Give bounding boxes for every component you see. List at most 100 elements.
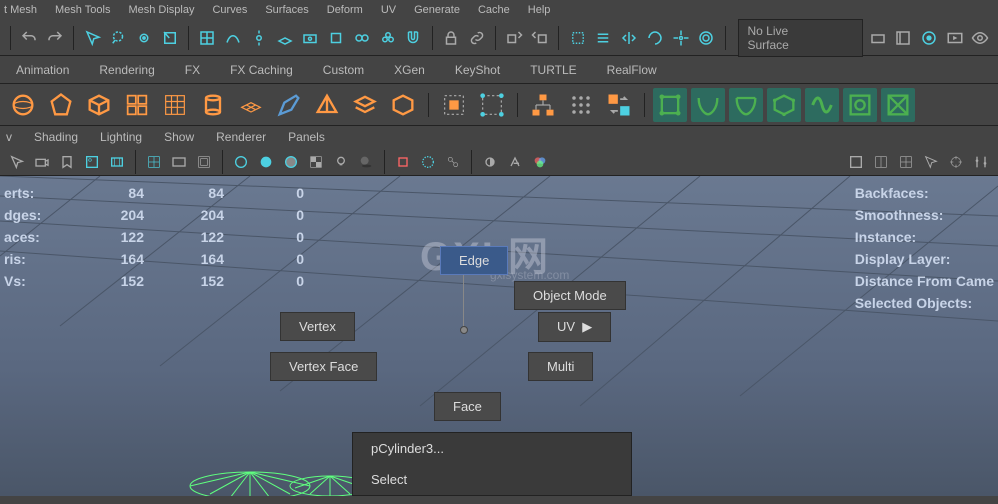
shelf-mash2-icon[interactable] (691, 88, 725, 122)
vt-gamma-icon[interactable] (504, 151, 526, 173)
vt-lights-icon[interactable] (330, 151, 352, 173)
shelf-hierarchy-icon[interactable] (526, 88, 560, 122)
vt-textured-icon[interactable] (305, 151, 327, 173)
menu-mesh-display[interactable]: Mesh Display (128, 4, 194, 16)
vt-resolution-icon[interactable] (193, 151, 215, 173)
ctx-object-name[interactable]: pCylinder3... (353, 433, 631, 464)
vt-panel2-icon[interactable] (870, 151, 892, 173)
shelf-cylinder-icon[interactable] (196, 88, 230, 122)
menu-cache[interactable]: Cache (478, 4, 510, 16)
history-out-icon[interactable] (529, 25, 552, 51)
viewport-3d[interactable]: GXI 网 gxlsystem.com erts:84840 dges:2042… (0, 176, 998, 496)
viewmenu-show[interactable]: Show (164, 130, 194, 144)
tab-keyshot[interactable]: KeyShot (441, 57, 514, 83)
live-surface-icon[interactable] (866, 25, 889, 51)
history-in-icon[interactable] (503, 25, 526, 51)
construction-icon[interactable] (566, 25, 589, 51)
shelf-layers-icon[interactable] (348, 88, 382, 122)
snap-view-icon[interactable] (325, 25, 348, 51)
lock-icon[interactable] (440, 25, 463, 51)
tab-xgen[interactable]: XGen (380, 57, 439, 83)
xray-icon[interactable] (918, 25, 941, 51)
shelf-icosphere-icon[interactable] (44, 88, 78, 122)
menu-generate[interactable]: Generate (414, 4, 460, 16)
shelf-cube-icon[interactable] (82, 88, 116, 122)
shelf-mash6-icon[interactable] (843, 88, 877, 122)
sym-radial-icon[interactable] (669, 25, 692, 51)
menu-deform[interactable]: Deform (327, 4, 363, 16)
menu-mesh[interactable]: t Mesh (4, 4, 37, 16)
menu-surfaces[interactable]: Surfaces (265, 4, 308, 16)
vt-xray-joint-icon[interactable] (442, 151, 464, 173)
tab-rendering[interactable]: Rendering (85, 57, 168, 83)
shelf-bbox-icon[interactable] (437, 88, 471, 122)
vt-film-icon[interactable] (106, 151, 128, 173)
vt-panel4-icon[interactable] (895, 151, 917, 173)
shelf-box-icon[interactable] (386, 88, 420, 122)
menu-mesh-tools[interactable]: Mesh Tools (55, 4, 110, 16)
shelf-sphere-icon[interactable] (6, 88, 40, 122)
radial-multi[interactable]: Multi (528, 352, 593, 381)
lasso-tool-icon[interactable] (107, 25, 130, 51)
shelf-mash4-icon[interactable] (767, 88, 801, 122)
vt-gate-icon[interactable] (168, 151, 190, 173)
shelf-plane-grid-icon[interactable] (234, 88, 268, 122)
vt-shadows-icon[interactable] (355, 151, 377, 173)
viewmenu-renderer[interactable]: Renderer (216, 130, 266, 144)
redo-icon[interactable] (44, 25, 67, 51)
live-surface-field[interactable]: No Live Surface (738, 19, 863, 57)
vt-shaded-icon[interactable] (255, 151, 277, 173)
soft-select-icon[interactable] (695, 25, 718, 51)
shelf-convert-icon[interactable] (602, 88, 636, 122)
viewmenu-view[interactable]: v (6, 130, 12, 144)
menu-curves[interactable]: Curves (212, 4, 247, 16)
link-icon[interactable] (465, 25, 488, 51)
radial-object-mode[interactable]: Object Mode (514, 281, 626, 310)
vt-wireframe-icon[interactable] (230, 151, 252, 173)
tab-custom[interactable]: Custom (309, 57, 378, 83)
shelf-dotpattern-icon[interactable] (564, 88, 598, 122)
vt-exposure-icon[interactable] (479, 151, 501, 173)
snap-point-icon[interactable] (248, 25, 271, 51)
select-tool-icon[interactable] (81, 25, 104, 51)
magnet-icon[interactable] (402, 25, 425, 51)
shelf-cubes-icon[interactable] (120, 88, 154, 122)
shelf-brush-icon[interactable] (272, 88, 306, 122)
ui-toggle-icon[interactable] (892, 25, 915, 51)
radial-edge[interactable]: Edge (440, 246, 508, 275)
shelf-mash1-icon[interactable] (653, 88, 687, 122)
vt-bookmark-icon[interactable] (56, 151, 78, 173)
shelf-mash3-icon[interactable] (729, 88, 763, 122)
sym-toggle-icon[interactable] (643, 25, 666, 51)
viewmenu-shading[interactable]: Shading (34, 130, 78, 144)
shelf-vertex-icon[interactable] (475, 88, 509, 122)
paint-select-icon[interactable] (133, 25, 156, 51)
snap-grid-icon[interactable] (196, 25, 219, 51)
undo-icon[interactable] (18, 25, 41, 51)
shelf-prism-icon[interactable] (310, 88, 344, 122)
sym-x-icon[interactable] (618, 25, 641, 51)
shelf-mash5-icon[interactable] (805, 88, 839, 122)
shelf-grid-icon[interactable] (158, 88, 192, 122)
vt-arrow-icon[interactable] (920, 151, 942, 173)
tab-fx-caching[interactable]: FX Caching (216, 57, 307, 83)
render-icon[interactable] (943, 25, 966, 51)
snap-live-icon[interactable] (299, 25, 322, 51)
tab-animation[interactable]: Animation (2, 57, 83, 83)
vt-xray-icon[interactable] (417, 151, 439, 173)
eye-icon[interactable] (969, 25, 992, 51)
vt-wireshaded-icon[interactable] (280, 151, 302, 173)
shelf-mash7-icon[interactable] (881, 88, 915, 122)
radial-face[interactable]: Face (434, 392, 501, 421)
vt-slider-icon[interactable] (970, 151, 992, 173)
snap-plane-icon[interactable] (273, 25, 296, 51)
vt-grid-icon[interactable] (143, 151, 165, 173)
tab-fx[interactable]: FX (171, 57, 214, 83)
radial-vertex-face[interactable]: Vertex Face (270, 352, 377, 381)
vt-colormgmt-icon[interactable] (529, 151, 551, 173)
vt-select-icon[interactable] (6, 151, 28, 173)
menu-uv[interactable]: UV (381, 4, 396, 16)
radial-vertex[interactable]: Vertex (280, 312, 355, 341)
vt-camera-icon[interactable] (31, 151, 53, 173)
snap-toggle-icon[interactable] (350, 25, 373, 51)
